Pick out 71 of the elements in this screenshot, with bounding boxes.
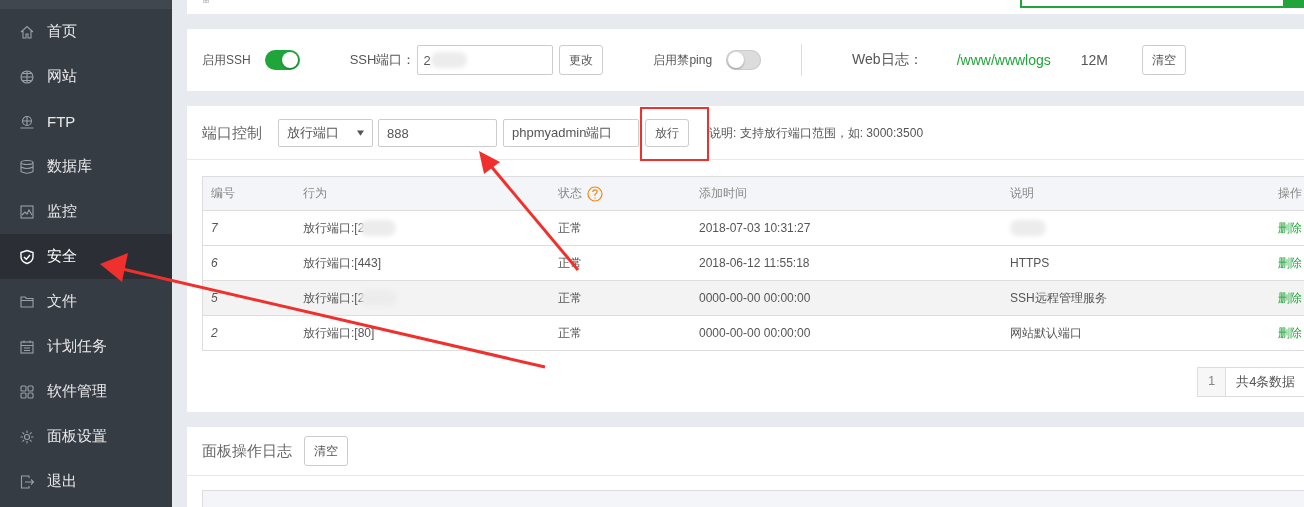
section-title: 面板操作日志 [202,441,292,461]
table-cell: 放行端口:[2 [303,289,365,307]
caret-icon [357,130,364,136]
record-count: 共4条数据 [1226,367,1304,397]
table-cell: 0000-00-00 00:00:00 [699,291,811,305]
globe-icon [19,68,35,85]
folder-icon [19,293,35,310]
ftp-icon [19,113,35,130]
column-header: 行为 [303,185,327,202]
sidebar-item[interactable]: 首页 [0,9,172,54]
highlight-box [640,107,709,161]
table-cell: 6 [211,256,218,270]
sidebar-item[interactable]: 文件 [0,279,172,324]
help-icon [587,185,603,202]
web-log-path: /www/wwwlogs [956,52,1051,68]
web-log-size: 12M [1080,52,1108,68]
port-input[interactable]: 888 [378,119,497,147]
sidebar-item[interactable]: 计划任务 [0,324,172,369]
table-cell: 7 [211,221,218,235]
sidebar-item[interactable]: 退出 [0,459,172,504]
table-cell: 网站默认端口 [1010,324,1082,342]
column-header: 操作 [1278,185,1302,202]
table-cell: 2018-07-03 10:31:27 [699,221,811,235]
section-title: 端口控制 [202,123,262,143]
clear-button[interactable]: 清空 [304,436,348,466]
shield-icon [19,248,35,265]
gear-icon [19,428,35,445]
remark-input[interactable]: phpmyadmin端口 [503,119,639,147]
table-cell: HTTPS [1010,256,1050,270]
search-field[interactable] [1020,0,1286,8]
ssh-port-field[interactable]: 2 [417,45,554,75]
table-cell: 放行端口:[2 [303,219,365,237]
sidebar-item[interactable]: 软件管理 [0,369,172,414]
ping-label: 启用禁ping [653,51,713,69]
grid-icon [200,0,212,6]
sidebar-item[interactable]: 安全 [0,234,172,279]
table-cell: 5 [211,291,218,305]
logout-icon [19,473,35,490]
ping-toggle[interactable] [726,50,762,70]
table-cell: 0000-00-00 00:00:00 [699,326,811,340]
port-type-select[interactable]: 放行端口 [278,119,373,147]
sidebar-item[interactable]: 面板设置 [0,414,172,459]
table-cell: 正常 [558,324,582,342]
table-cell: 正常 [558,289,582,307]
ssh-toggle[interactable] [264,50,300,70]
allow-button[interactable]: 放行 [645,119,689,147]
column-header: 说明 [1010,185,1034,202]
table-cell: 正常 [558,219,582,237]
table-cell: 放行端口:[80] [303,324,375,342]
change-button[interactable]: 更改 [559,45,604,75]
column-header: 添加时间 [699,185,747,202]
clear-button[interactable]: 清空 [1142,45,1186,75]
sidebar-item[interactable]: 网站 [0,54,172,99]
calendar-icon [19,338,35,355]
table-cell: 2 [211,326,218,340]
grid-icon [19,383,35,400]
database-icon [19,158,35,175]
monitor-icon [19,203,35,220]
sidebar-item[interactable]: FTP [0,99,172,144]
ssh-port-label: SSH端口： [349,51,416,69]
table-cell: 2018-06-12 11:55:18 [699,256,810,270]
sidebar-item[interactable]: 监控 [0,189,172,234]
hint-text: 说明: 支持放行端口范围，如: 3000:3500 [709,124,924,142]
column-header: 编号 [211,185,235,202]
sidebar-item[interactable]: 数据库 [0,144,172,189]
ssh-label: 启用SSH [202,51,251,69]
table-cell: SSH远程管理服务 [1010,289,1107,307]
table-cell: 放行端口:[443] [303,254,382,272]
home-icon [19,23,35,40]
column-header: 状态 [558,185,582,202]
web-log-label: Web日志： [852,51,923,69]
